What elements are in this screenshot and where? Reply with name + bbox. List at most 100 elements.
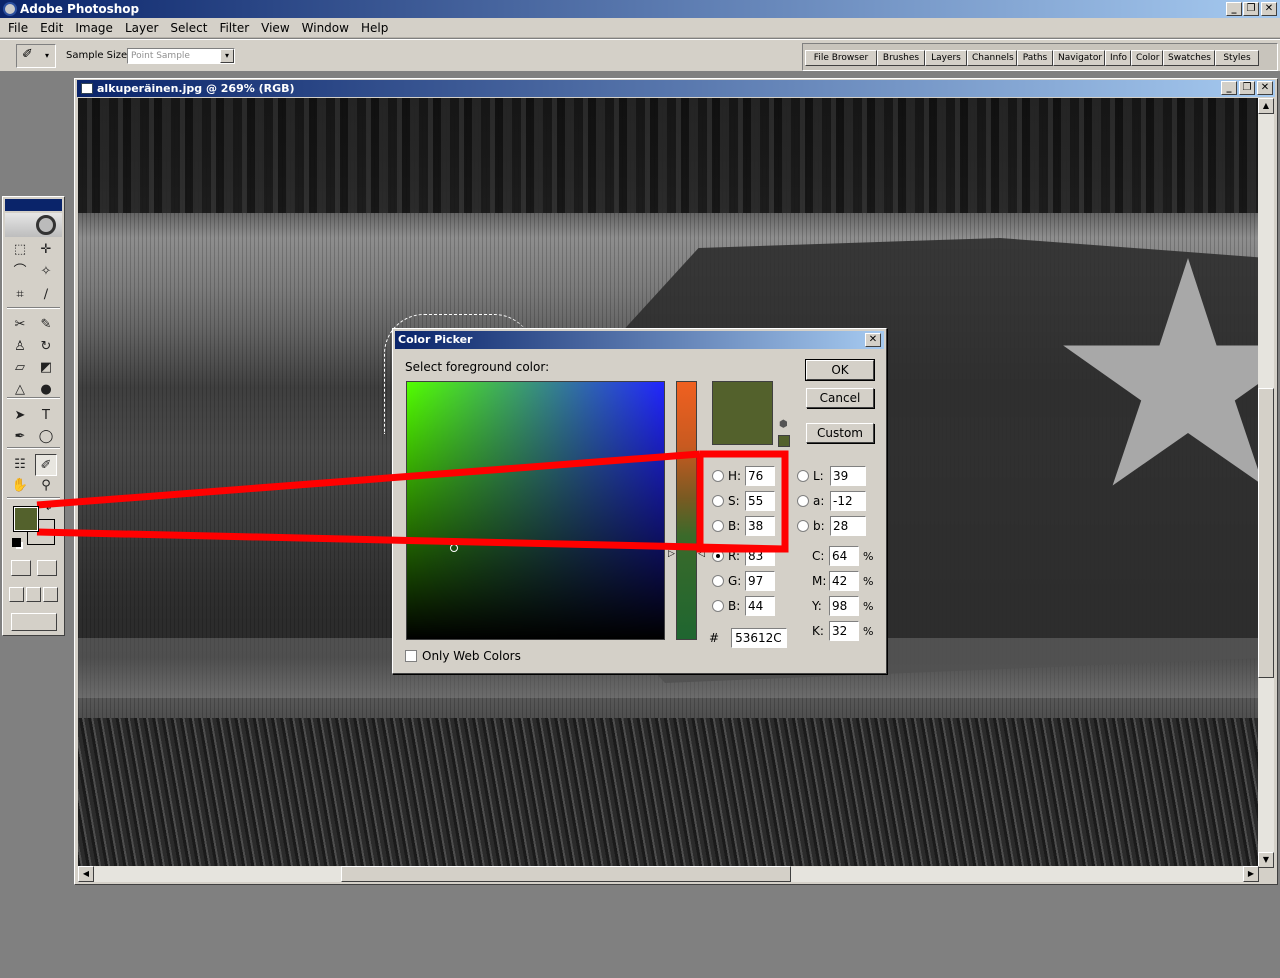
tab-brushes[interactable]: Brushes (877, 50, 925, 66)
tab-swatches[interactable]: Swatches (1163, 50, 1215, 66)
marquee-tool-icon[interactable]: ⬚ (9, 239, 31, 261)
minimize-button[interactable]: _ (1226, 2, 1242, 16)
tab-layers[interactable]: Layers (925, 50, 967, 66)
ok-button[interactable]: OK (805, 359, 875, 381)
paint-bucket-tool-icon[interactable]: ◩ (35, 357, 57, 379)
jump-to-imageready-button[interactable] (11, 613, 57, 631)
horizontal-scroll-thumb[interactable] (341, 866, 791, 882)
yellow-input[interactable]: 98 (829, 596, 859, 616)
lab-a-radio[interactable] (797, 495, 809, 507)
lab-b-input[interactable]: 28 (830, 516, 866, 536)
slider-left-arrow-icon[interactable]: ▷ (668, 549, 675, 559)
only-web-colors-option[interactable]: Only Web Colors (405, 649, 521, 663)
type-tool-icon[interactable]: T (35, 405, 57, 427)
toolbox-title-bar[interactable] (5, 199, 62, 211)
healing-brush-tool-icon[interactable]: ✂ (9, 314, 31, 336)
standard-mode-button[interactable] (11, 560, 31, 576)
lab-l-radio[interactable] (797, 470, 809, 482)
tab-paths[interactable]: Paths (1017, 50, 1053, 66)
red-input[interactable]: 83 (745, 546, 775, 566)
foreground-color-swatch[interactable] (13, 506, 39, 532)
tab-file-browser[interactable]: File Browser (805, 50, 877, 66)
tab-styles[interactable]: Styles (1215, 50, 1259, 66)
color-slider[interactable] (676, 381, 697, 640)
lab-l-input[interactable]: 39 (830, 466, 866, 486)
saturation-input[interactable]: 55 (745, 491, 775, 511)
screen-mode-full-menu-button[interactable] (26, 587, 41, 602)
crop-tool-icon[interactable]: ⌗ (9, 284, 31, 306)
tab-navigator[interactable]: Navigator (1053, 50, 1105, 66)
move-tool-icon[interactable]: ✛ (35, 239, 57, 261)
tool-preset-picker[interactable]: ✐ ▾ (16, 44, 56, 68)
only-web-colors-checkbox[interactable] (405, 650, 417, 662)
doc-close-button[interactable]: ✕ (1257, 81, 1273, 95)
tab-channels[interactable]: Channels (967, 50, 1017, 66)
scroll-down-icon[interactable]: ▼ (1258, 852, 1274, 868)
history-brush-tool-icon[interactable]: ↻ (35, 336, 57, 358)
sample-size-select[interactable]: Point Sample ▾ (127, 48, 235, 64)
document-title-bar[interactable]: alkuperäinen.jpg @ 269% (RGB) _ ❐ ✕ (77, 80, 1275, 97)
saturation-radio[interactable] (712, 495, 724, 507)
custom-button[interactable]: Custom (806, 423, 874, 443)
slice-tool-icon[interactable]: ∕ (35, 284, 57, 306)
scroll-up-icon[interactable]: ▲ (1258, 98, 1274, 114)
doc-minimize-button[interactable]: _ (1221, 81, 1237, 95)
blue-radio[interactable] (712, 600, 724, 612)
cyan-input[interactable]: 64 (829, 546, 859, 566)
scroll-left-icon[interactable]: ◀ (78, 866, 94, 882)
menu-help[interactable]: Help (355, 21, 394, 35)
default-colors-icon[interactable] (12, 538, 21, 547)
slider-right-arrow-icon[interactable]: ◁ (698, 549, 705, 559)
path-selection-tool-icon[interactable]: ➤ (9, 405, 31, 427)
vertical-scroll-thumb[interactable] (1258, 388, 1274, 678)
tab-info[interactable]: Info (1105, 50, 1131, 66)
scroll-right-icon[interactable]: ▶ (1243, 866, 1259, 882)
black-input[interactable]: 32 (829, 621, 859, 641)
screen-mode-standard-button[interactable] (9, 587, 24, 602)
brush-tool-icon[interactable]: ✎ (35, 314, 57, 336)
toolbox-logo[interactable] (5, 213, 62, 237)
menu-image[interactable]: Image (69, 21, 119, 35)
pen-tool-icon[interactable]: ✒ (9, 426, 31, 448)
menu-select[interactable]: Select (164, 21, 213, 35)
hand-tool-icon[interactable]: ✋ (9, 475, 31, 497)
menu-edit[interactable]: Edit (34, 21, 69, 35)
red-radio[interactable] (712, 550, 724, 562)
color-field[interactable] (406, 381, 665, 640)
green-input[interactable]: 97 (745, 571, 775, 591)
green-radio[interactable] (712, 575, 724, 587)
swap-colors-icon[interactable]: ↲ (45, 503, 53, 513)
brightness-radio[interactable] (712, 520, 724, 532)
close-button[interactable]: ✕ (1261, 2, 1277, 16)
menu-window[interactable]: Window (296, 21, 355, 35)
doc-maximize-button[interactable]: ❐ (1239, 81, 1255, 95)
lab-b-radio[interactable] (797, 520, 809, 532)
quick-mask-mode-button[interactable] (37, 560, 57, 576)
notes-tool-icon[interactable]: ☷ (9, 454, 31, 476)
menu-layer[interactable]: Layer (119, 21, 164, 35)
hue-radio[interactable] (712, 470, 724, 482)
menu-file[interactable]: File (2, 21, 34, 35)
blue-input[interactable]: 44 (745, 596, 775, 616)
clone-stamp-tool-icon[interactable]: ♙ (9, 336, 31, 358)
tab-color[interactable]: Color (1131, 50, 1163, 66)
web-safe-cube-icon[interactable]: ⬢ (779, 419, 788, 430)
menu-filter[interactable]: Filter (213, 21, 255, 35)
hue-input[interactable]: 76 (745, 466, 775, 486)
zoom-tool-icon[interactable]: ⚲ (35, 475, 57, 497)
menu-view[interactable]: View (255, 21, 295, 35)
close-icon[interactable]: ✕ (865, 333, 881, 347)
screen-mode-full-button[interactable] (43, 587, 58, 602)
horizontal-scrollbar[interactable]: ◀ ▶ (78, 866, 1259, 882)
ellipse-tool-icon[interactable]: ◯ (35, 426, 57, 448)
current-color-swatch[interactable] (712, 441, 773, 445)
cancel-button[interactable]: Cancel (806, 388, 874, 408)
magenta-input[interactable]: 42 (829, 571, 859, 591)
color-picker-title-bar[interactable]: Color Picker ✕ (395, 331, 884, 349)
vertical-scrollbar[interactable]: ▲ ▼ (1258, 98, 1274, 868)
eraser-tool-icon[interactable]: ▱ (9, 357, 31, 379)
color-field-cursor[interactable] (450, 544, 458, 552)
eyedropper-tool-icon[interactable]: ✐ (35, 454, 57, 476)
lab-a-input[interactable]: -12 (830, 491, 866, 511)
magic-wand-tool-icon[interactable]: ✧ (35, 261, 57, 283)
